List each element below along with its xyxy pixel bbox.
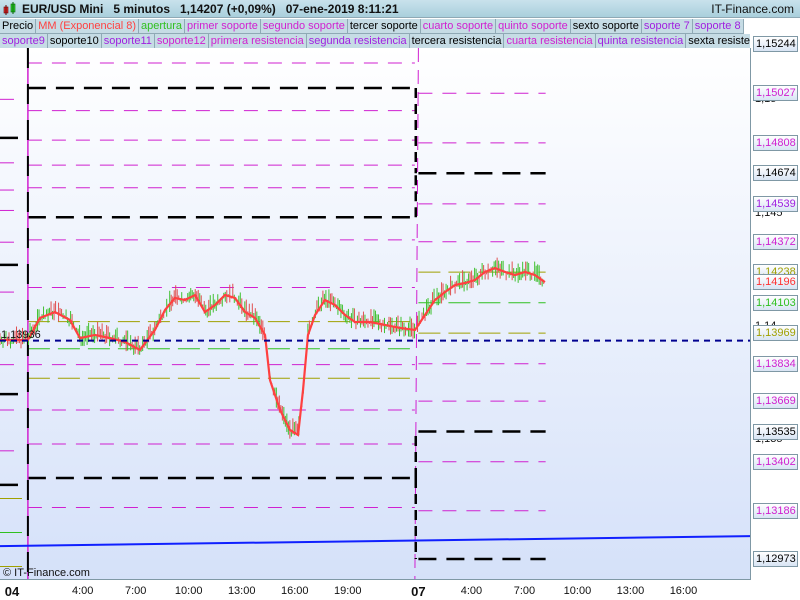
- legend-item[interactable]: sexto soporte: [570, 19, 642, 34]
- legend-item[interactable]: tercera resistencia: [409, 34, 505, 49]
- legend-item[interactable]: segundo soporte: [260, 19, 348, 34]
- time-axis-label: 7:00: [124, 585, 147, 597]
- price-level-label: 1,14539: [753, 195, 798, 212]
- legend-item[interactable]: MM (Exponencial 8): [36, 19, 140, 34]
- time-axis-label: 13:00: [227, 585, 256, 597]
- price-axis: 1,151,1451,141,1351,152441,150271,148081…: [751, 30, 800, 600]
- price-level-label: 1,14674: [753, 165, 798, 182]
- current-price-label: 1,13936: [1, 329, 41, 341]
- price-level-label: 1,14372: [753, 233, 798, 250]
- legend-item[interactable]: soporte12: [154, 34, 209, 49]
- price-chart[interactable]: [0, 48, 751, 580]
- time-axis-label: 04: [4, 584, 20, 599]
- time-axis-label: 10:00: [563, 585, 592, 597]
- legend-item[interactable]: soporte11: [101, 34, 155, 49]
- legend-item[interactable]: apertura: [139, 19, 185, 34]
- legend-item[interactable]: soporte 8: [692, 19, 744, 34]
- time-axis: 04 4:00 7:00 10:00 13:00 16:00 19:00 07 4:00 7:00…: [0, 581, 751, 600]
- legend-row-1: Precio MM (Exponencial 8) apertura primer s…: [0, 19, 744, 34]
- price-level-label: 1,15027: [753, 85, 798, 102]
- title-bar: EUR/USD Mini 5 minutos 1,14207 (+0,09%) …: [0, 0, 800, 18]
- legend-row-2: soporte9 soporte10 soporte11 soporte12 prime…: [0, 34, 750, 49]
- chart-canvas: [0, 48, 750, 579]
- legend-item[interactable]: cuarto soporte: [420, 19, 497, 34]
- copyright: © IT-Finance.com: [3, 567, 90, 579]
- legend-item[interactable]: Precio: [0, 19, 37, 34]
- time-axis-label: 19:00: [333, 585, 362, 597]
- price-level-label: 1,13969: [753, 325, 798, 342]
- legend-item[interactable]: quinto soporte: [496, 19, 571, 34]
- legend-item[interactable]: primera resistencia: [208, 34, 307, 49]
- instrument-title: EUR/USD Mini 5 minutos 1,14207 (+0,09%) …: [22, 2, 399, 16]
- brand-label: IT-Finance.com: [711, 2, 794, 16]
- time-axis-label: 13:00: [616, 585, 645, 597]
- price-level-label: 1,15244: [753, 36, 798, 52]
- price-level-label: 1,12973: [753, 550, 798, 567]
- price-level-label: 1,14103: [753, 294, 798, 311]
- time-axis-label: 16:00: [280, 585, 309, 597]
- price-level-label: 1,14196: [753, 273, 798, 290]
- price-level-label: 1,13186: [753, 502, 798, 519]
- legend-item[interactable]: quinta resistencia: [595, 34, 687, 49]
- time-axis-label: 4:00: [460, 585, 483, 597]
- time-axis-label: 10:00: [174, 585, 203, 597]
- price-level-label: 1,13834: [753, 355, 798, 372]
- time-axis-label: 07: [411, 584, 426, 599]
- price-level-label: 1,13669: [753, 393, 798, 410]
- time-axis-label: 4:00: [71, 585, 94, 597]
- legend-item[interactable]: cuarta resistencia: [504, 34, 596, 49]
- legend-item[interactable]: primer soporte: [185, 19, 261, 34]
- price-level-label: 1,14808: [753, 134, 798, 151]
- trend-line: [0, 535, 750, 548]
- price-level-label: 1,13535: [753, 423, 798, 440]
- legend-item[interactable]: sexta resistencia: [686, 34, 750, 49]
- price-level-label: 1,13402: [753, 453, 798, 470]
- legend-item[interactable]: tercer soporte: [347, 19, 421, 34]
- legend-item[interactable]: segunda resistencia: [306, 34, 410, 49]
- legend-item[interactable]: soporte10: [47, 34, 102, 49]
- legend-item[interactable]: soporte 7: [641, 19, 693, 34]
- time-axis-label: 16:00: [669, 585, 698, 597]
- candlestick-logo-icon: [3, 2, 16, 15]
- time-axis-label: 7:00: [513, 585, 536, 597]
- legend-item[interactable]: soporte9: [0, 34, 48, 49]
